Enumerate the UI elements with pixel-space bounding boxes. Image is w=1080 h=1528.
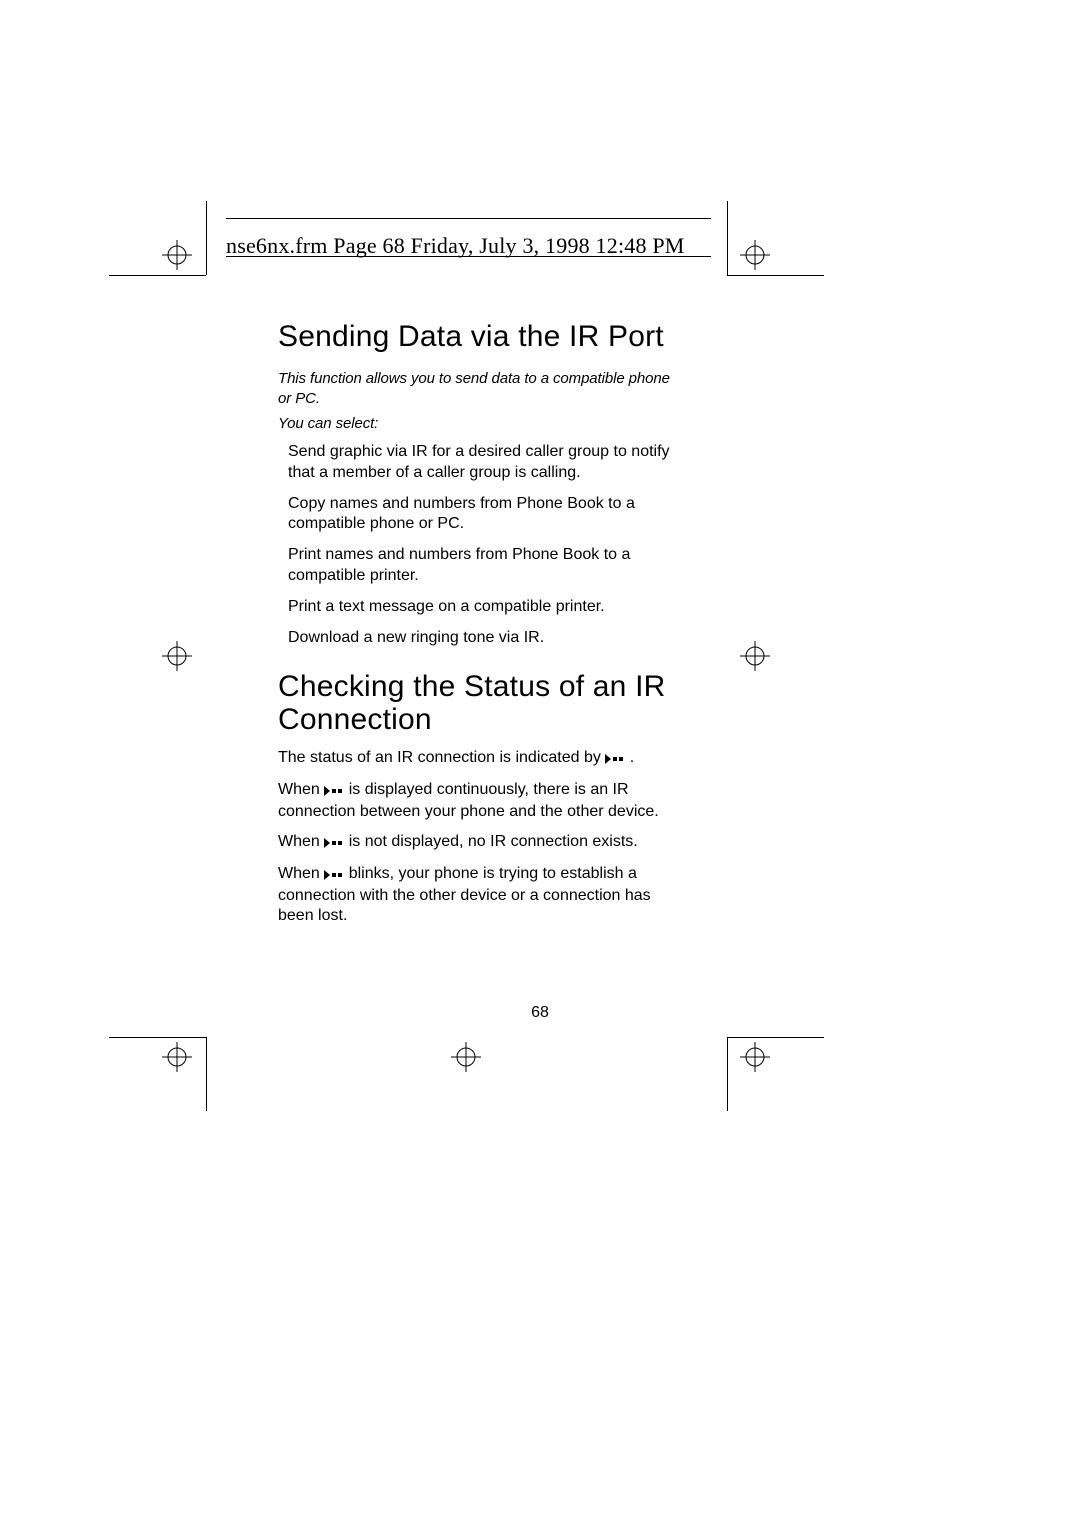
heading-sending-data: Sending Data via the IR Port <box>278 320 670 355</box>
crop-line <box>109 275 206 276</box>
crop-line <box>727 1037 728 1111</box>
header-rule <box>226 218 711 219</box>
document-page: { "header": { "text": "nse6nx.frm Page 6… <box>0 0 1080 1528</box>
crop-line <box>727 1037 824 1038</box>
ir-indicator-icon <box>324 834 344 854</box>
paragraph: When is not displayed, no IR connection … <box>278 832 670 854</box>
registration-mark-icon <box>451 1042 481 1072</box>
heading-checking-status: Checking the Status of an IR Connection <box>278 670 670 736</box>
intro-text: This function allows you to send data to… <box>278 369 670 410</box>
options-list: Send graphic via IR for a desired caller… <box>278 442 670 648</box>
registration-mark-icon <box>740 641 770 671</box>
text: When <box>278 781 324 798</box>
lead-text: You can select: <box>278 415 670 432</box>
list-item: Print names and numbers from Phone Book … <box>288 545 670 587</box>
text: The status of an IR connection is indica… <box>278 749 605 766</box>
crop-line <box>727 201 728 275</box>
registration-mark-icon <box>162 1042 192 1072</box>
ir-indicator-icon <box>605 750 625 770</box>
registration-mark-icon <box>162 240 192 270</box>
page-content: Sending Data via the IR Port This functi… <box>278 320 670 936</box>
registration-mark-icon <box>162 641 192 671</box>
paragraph: The status of an IR connection is indica… <box>278 748 670 770</box>
text: When <box>278 865 324 882</box>
ir-indicator-icon <box>324 866 344 886</box>
list-item: Send graphic via IR for a desired caller… <box>288 442 670 484</box>
registration-mark-icon <box>740 240 770 270</box>
crop-line <box>109 1037 206 1038</box>
list-item: Copy names and numbers from Phone Book t… <box>288 494 670 536</box>
crop-line <box>206 201 207 275</box>
paragraph: When is displayed continuously, there is… <box>278 780 670 822</box>
page-number: 68 <box>0 1004 1080 1022</box>
list-item: Print a text message on a compatible pri… <box>288 597 670 618</box>
text: When <box>278 833 324 850</box>
ir-indicator-icon <box>324 782 344 802</box>
text: . <box>630 749 634 766</box>
registration-mark-icon <box>740 1042 770 1072</box>
crop-line <box>727 275 824 276</box>
running-header: nse6nx.frm Page 68 Friday, July 3, 1998 … <box>226 233 685 259</box>
list-item: Download a new ringing tone via IR. <box>288 628 670 649</box>
paragraph: When blinks, your phone is trying to est… <box>278 864 670 926</box>
text: is not displayed, no IR connection exist… <box>349 833 638 850</box>
crop-line <box>206 1037 207 1111</box>
